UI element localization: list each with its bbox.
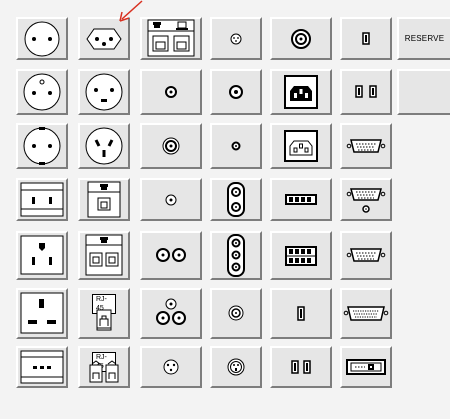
socket-cell-rca-pair[interactable]	[210, 178, 262, 221]
socket-cell-rca-triple[interactable]	[210, 231, 262, 280]
terminal-block-double-icon	[285, 246, 317, 266]
socket-cell-dot[interactable]	[210, 123, 262, 169]
iec-c14-icon	[284, 75, 318, 109]
telephone-double-socket-icon	[85, 234, 123, 276]
coax-large-icon	[291, 29, 311, 49]
xlr-socket-icon	[230, 33, 242, 45]
socket-cell-dvi[interactable]	[340, 288, 392, 339]
socket-cell-vga-audio[interactable]	[340, 178, 392, 221]
socket-cell-us-grounded[interactable]	[16, 231, 68, 280]
socket-cell-iec-c13[interactable]	[270, 123, 332, 169]
terminal-block-icon	[285, 194, 317, 205]
socket-cell-schuko-1[interactable]	[16, 17, 68, 60]
swiss-socket-icon	[86, 28, 122, 50]
socket-cell-3pin-row[interactable]	[16, 346, 68, 388]
s-video-icon	[227, 358, 245, 376]
socket-cell-hdmi[interactable]	[340, 346, 392, 388]
socket-cell-coax-small[interactable]	[140, 69, 202, 115]
coax-small-icon	[165, 86, 177, 98]
danish-socket-icon	[85, 73, 123, 111]
telephone-socket-icon	[87, 181, 121, 218]
socket-cell-antenna[interactable]	[140, 178, 202, 221]
us-grounded-socket-icon	[20, 235, 64, 275]
dvi-connector-icon	[343, 306, 389, 321]
socket-cell-tel-rj-combo[interactable]	[140, 17, 202, 60]
vga-connector-icon	[346, 248, 386, 262]
schuko-clips-icon	[23, 127, 61, 165]
socket-cell-coax-ring[interactable]	[140, 123, 202, 169]
antenna-socket-icon	[165, 194, 177, 206]
coax-double-icon	[156, 248, 186, 262]
socket-cell-danish[interactable]	[78, 69, 130, 115]
socket-cell-swiss[interactable]	[78, 17, 130, 60]
reserve-cell[interactable]: RESERVE	[397, 17, 450, 60]
socket-cell-mini-din[interactable]	[140, 346, 202, 388]
socket-cell-vga-2[interactable]	[340, 231, 392, 280]
socket-cell-s-video[interactable]	[210, 346, 262, 388]
socket-cell-telephone[interactable]	[78, 178, 130, 221]
three-pin-row-icon	[20, 350, 64, 384]
hdmi-connector-icon	[346, 359, 386, 375]
socket-cell-australian[interactable]	[78, 123, 130, 169]
vga-audio-icon	[346, 188, 386, 213]
socket-cell-slot-pair[interactable]	[340, 69, 392, 115]
french-socket-icon	[23, 73, 61, 111]
empty-reserve-slot[interactable]	[397, 69, 450, 115]
tel-rj-combo-icon	[147, 19, 195, 57]
uk-socket-icon	[20, 292, 64, 334]
socket-cell-rj45-single[interactable]: RJ-45	[78, 288, 130, 339]
rca-single-icon	[228, 305, 244, 321]
rca-triple-icon	[227, 234, 245, 277]
socket-cell-iec-c14[interactable]	[270, 69, 332, 115]
socket-symbol-palette: RJ-45 RJ-45	[0, 0, 450, 419]
socket-cell-xlr[interactable]	[210, 17, 262, 60]
rj45-double-icon	[89, 360, 119, 383]
australian-socket-icon	[85, 127, 123, 165]
vga-connector-icon	[346, 139, 386, 153]
socket-cell-slot-double[interactable]	[270, 346, 332, 388]
socket-cell-uk[interactable]	[16, 288, 68, 339]
socket-cell-rca-single[interactable]	[210, 288, 262, 339]
coax-ring-icon	[162, 137, 180, 155]
slot-small-icon	[362, 32, 370, 45]
rca-pair-icon	[227, 182, 245, 217]
socket-cell-slot-single[interactable]	[270, 288, 332, 339]
slot-double-icon	[291, 360, 311, 374]
socket-cell-us-2pin[interactable]	[16, 178, 68, 221]
socket-cell-telephone-double[interactable]	[78, 231, 130, 280]
socket-cell-coax-double[interactable]	[140, 231, 202, 280]
reserve-label: RESERVE	[404, 34, 445, 43]
socket-cell-french-earth[interactable]	[16, 69, 68, 115]
slot-single-icon	[297, 306, 305, 321]
rj45-single-icon	[96, 309, 112, 331]
iec-c13-icon	[284, 130, 318, 162]
rca-bold-icon	[229, 85, 243, 99]
socket-cell-coax-large[interactable]	[270, 17, 332, 60]
socket-cell-schuko-clips[interactable]	[16, 123, 68, 169]
us-2pin-socket-icon	[20, 182, 64, 217]
coax-triple-icon	[156, 298, 186, 325]
small-jack-icon	[231, 141, 241, 151]
socket-cell-slot-small[interactable]	[340, 17, 392, 60]
slot-pair-icon	[355, 85, 377, 98]
mini-din-icon	[163, 359, 179, 375]
schuko-socket-icon	[24, 21, 60, 57]
socket-cell-terminal-block[interactable]	[270, 178, 332, 221]
socket-cell-coax-triple[interactable]	[140, 288, 202, 339]
socket-cell-rj45-double[interactable]: RJ-45	[78, 346, 130, 388]
socket-cell-vga[interactable]	[340, 123, 392, 169]
socket-cell-rca-bold[interactable]	[210, 69, 262, 115]
socket-cell-terminal-block-double[interactable]	[270, 231, 332, 280]
